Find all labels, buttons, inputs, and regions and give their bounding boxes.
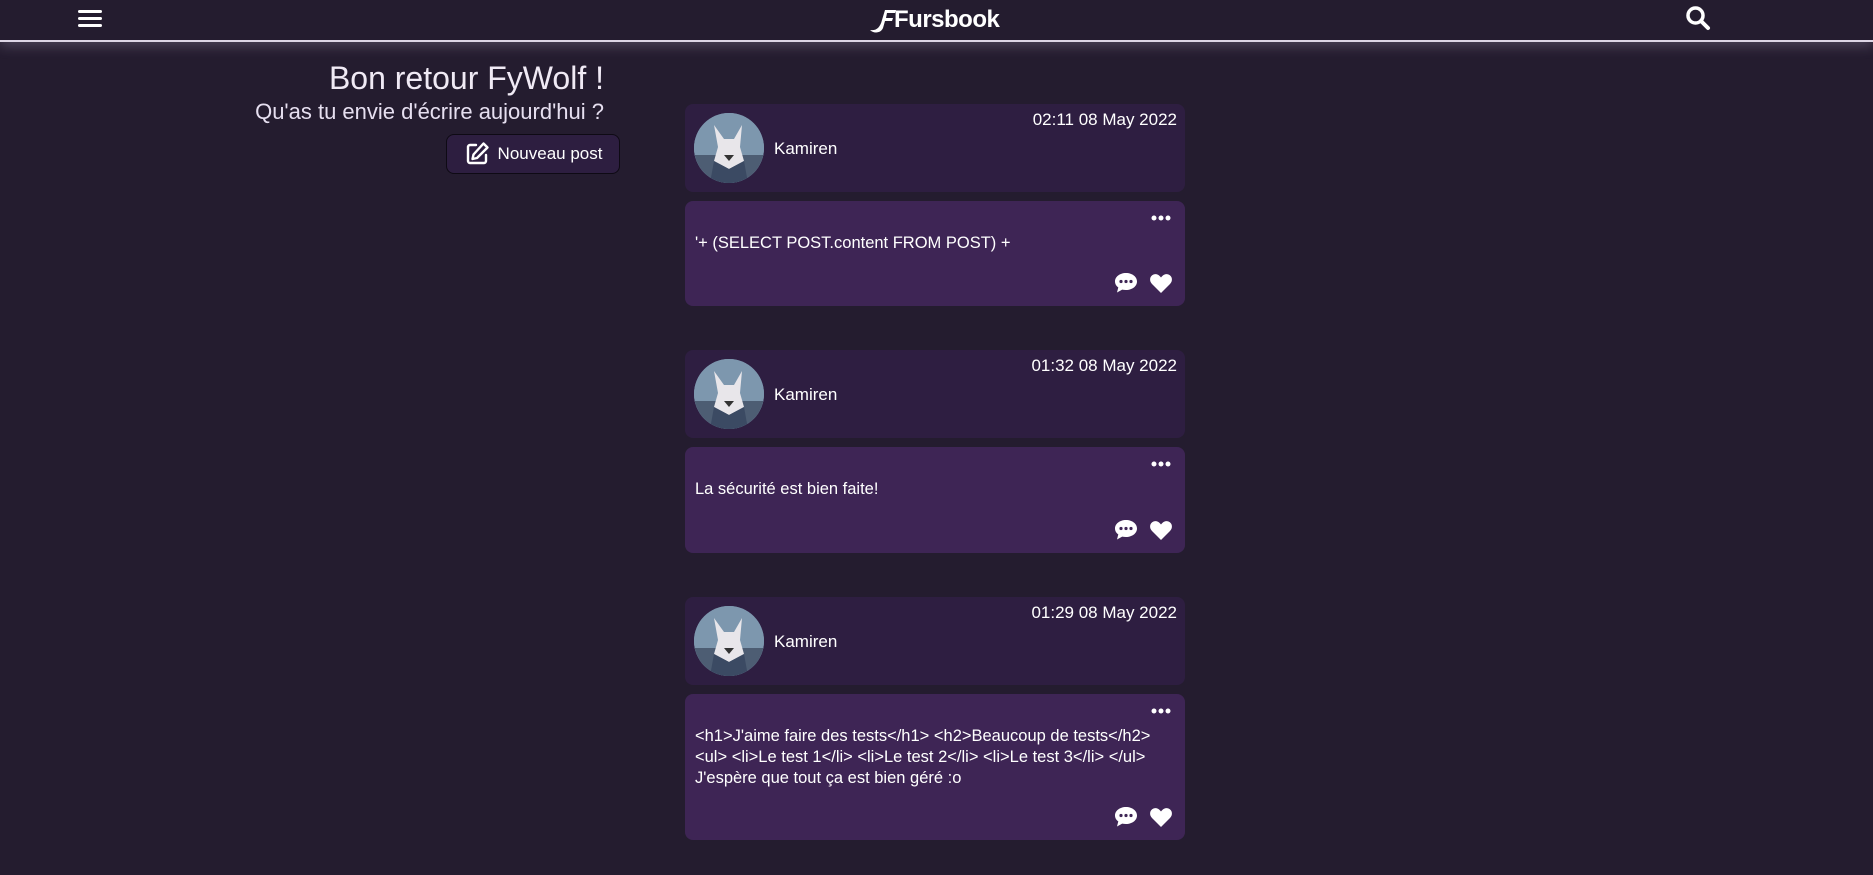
- post-body: La sécurité est bien faite!: [685, 447, 1185, 553]
- top-navbar: Fursbook: [0, 0, 1873, 42]
- post-author[interactable]: Kamiren: [774, 385, 837, 405]
- wolf-avatar-icon: [694, 359, 764, 429]
- edit-icon: [466, 142, 489, 165]
- logo[interactable]: Fursbook: [868, 4, 1000, 36]
- post-author[interactable]: Kamiren: [774, 632, 837, 652]
- comment-icon[interactable]: [1114, 806, 1138, 828]
- post-actions: [1114, 806, 1173, 828]
- welcome-subtitle: Qu'as tu envie d'écrire aujourd'hui ?: [255, 99, 604, 124]
- search-icon[interactable]: [1685, 5, 1711, 31]
- comment-icon[interactable]: [1114, 272, 1138, 294]
- post-card: Kamiren 01:29 08 May 2022 <h1>J'aime fai…: [685, 597, 1185, 840]
- post-header: Kamiren 02:11 08 May 2022: [685, 104, 1185, 192]
- heart-icon[interactable]: [1149, 519, 1173, 541]
- wolf-avatar-icon: [694, 606, 764, 676]
- post-actions: [1114, 519, 1173, 541]
- more-options-icon[interactable]: [1151, 708, 1171, 714]
- wolf-avatar-icon: [694, 113, 764, 183]
- post-body: <h1>J'aime faire des tests</h1> <h2>Beau…: [685, 694, 1185, 840]
- post-timestamp: 02:11 08 May 2022: [1032, 110, 1177, 129]
- post-body: '+ (SELECT POST.content FROM POST) +: [685, 201, 1185, 306]
- avatar[interactable]: [694, 606, 764, 676]
- post-timestamp: 01:29 08 May 2022: [1031, 603, 1177, 622]
- heart-icon[interactable]: [1149, 806, 1173, 828]
- new-post-label: Nouveau post: [497, 144, 603, 163]
- more-options-icon[interactable]: [1151, 215, 1171, 221]
- more-options-icon[interactable]: [1151, 461, 1171, 467]
- post-content: La sécurité est bien faite!: [695, 480, 879, 498]
- post-header: Kamiren 01:32 08 May 2022: [685, 350, 1185, 438]
- welcome-section: Bon retour FyWolf ! Qu'as tu envie d'écr…: [255, 60, 604, 125]
- post-author[interactable]: Kamiren: [774, 139, 837, 159]
- avatar[interactable]: [694, 359, 764, 429]
- logo-text: Fursbook: [894, 6, 1000, 33]
- post-actions: [1114, 272, 1173, 294]
- hamburger-menu-icon[interactable]: [78, 6, 102, 30]
- post-card: Kamiren 01:32 08 May 2022 La sécurité es…: [685, 350, 1185, 553]
- post-content: '+ (SELECT POST.content FROM POST) +: [695, 234, 1011, 252]
- welcome-title: Bon retour FyWolf !: [328, 60, 604, 96]
- post-header: Kamiren 01:29 08 May 2022: [685, 597, 1185, 685]
- comment-icon[interactable]: [1114, 519, 1138, 541]
- post-timestamp: 01:32 08 May 2022: [1031, 356, 1177, 375]
- avatar[interactable]: [694, 113, 764, 183]
- new-post-button[interactable]: Nouveau post: [446, 134, 620, 174]
- post-card: Kamiren 02:11 08 May 2022 '+ (SELECT POS…: [685, 104, 1185, 306]
- heart-icon[interactable]: [1149, 272, 1173, 294]
- post-content: <h1>J'aime faire des tests</h1> <h2>Beau…: [695, 727, 1151, 787]
